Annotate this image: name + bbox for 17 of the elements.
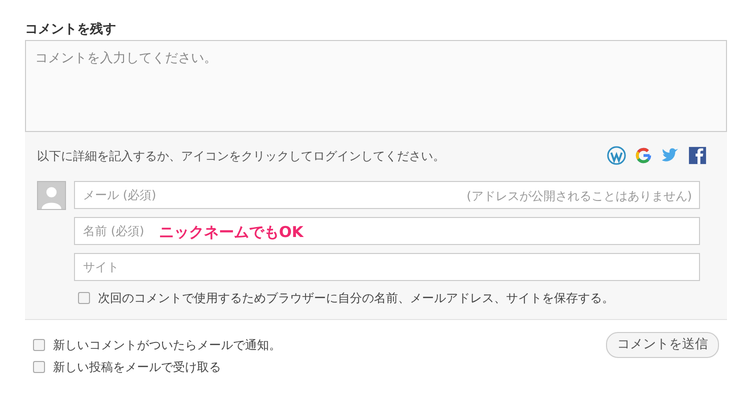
comment-field[interactable]: コメントを入力してください。 [25,40,727,132]
checkbox[interactable] [33,361,45,373]
annotation-text: ニックネームでもOK [159,222,304,243]
checkbox-label: 新しいコメントがついたらメールで通知。 [53,337,281,354]
input-field[interactable]: サイト [74,253,700,281]
login-prompt: 以下に詳細を記入するか、アイコンをクリックしてログインしてください。 [37,148,445,164]
facebook-icon[interactable] [688,146,707,165]
avatar-icon [37,181,66,210]
section-heading: コメントを残す [25,22,117,37]
wordpress-icon[interactable] [607,146,626,165]
google-icon[interactable] [634,146,653,165]
checkbox[interactable] [33,339,45,351]
checkbox[interactable] [78,292,90,304]
field-note: (アドレスが公開されることはありません) [466,188,692,205]
checkbox-label: 次回のコメントで使用するためブラウザーに自分の名前、メールアドレス、サイトを保存する。 [98,290,614,307]
checkbox-label: 新しい投稿をメールで受け取る [53,359,221,376]
submit-button[interactable]: コメントを送信 [606,332,719,358]
